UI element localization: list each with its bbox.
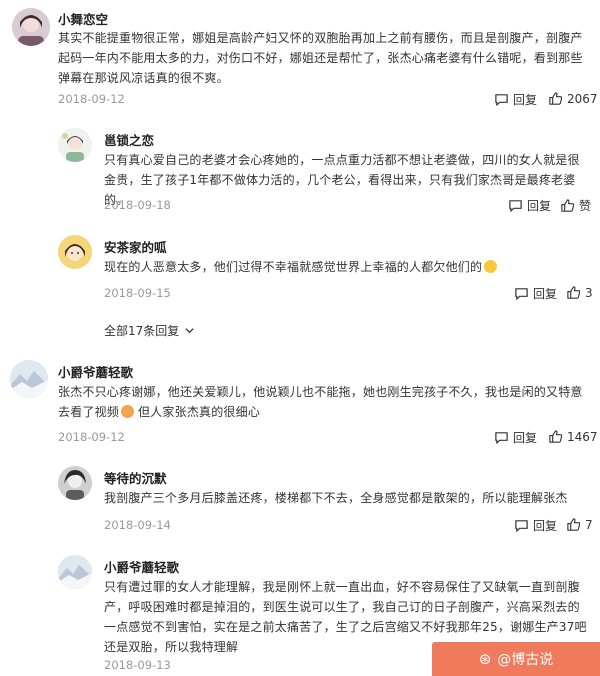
weibo-logo-icon: ⊛	[478, 650, 492, 668]
avatar[interactable]	[12, 8, 50, 46]
comment-date: 2018-09-18	[104, 198, 171, 212]
hand-emoji-icon	[121, 405, 135, 418]
comment-text: 张杰不只心疼谢娜，他还关爱颖儿，他说颖儿也不能拖，她也刚生完孩子不久，我也是闲的…	[58, 382, 588, 422]
reply-label: 回复	[533, 519, 558, 533]
comment-date: 2018-09-13	[104, 658, 171, 672]
reply-label: 回复	[513, 93, 538, 107]
like-count: 赞	[579, 199, 592, 213]
reply-button[interactable]: 回复	[514, 517, 557, 534]
like-count: 1467	[567, 429, 598, 444]
avatar[interactable]	[10, 360, 48, 398]
like-button[interactable]: 赞	[560, 197, 591, 214]
comment-date: 2018-09-12	[58, 430, 125, 444]
comment-text: 我剖腹产三个多月后膝盖还疼，楼梯都下不去，全身感觉都是散架的，所以能理解张杰	[104, 491, 568, 505]
watermark-banner: ⊛ @博古说	[432, 642, 600, 676]
username[interactable]: 小舞恋空	[58, 9, 108, 28]
username[interactable]: 邕锁之恋	[104, 130, 154, 149]
like-count: 2067	[567, 91, 598, 106]
avatar-image	[10, 360, 48, 398]
like-button[interactable]: 1467	[548, 429, 598, 444]
avatar[interactable]	[58, 466, 92, 500]
grimace-emoji-icon	[484, 260, 498, 273]
reply-icon	[495, 432, 508, 444]
reply-label: 回复	[533, 287, 558, 301]
comment-text: 现在的人恶意太多，他们过得不幸福就感觉世界上幸福的人都欠他们的	[104, 257, 590, 277]
avatar[interactable]	[58, 235, 92, 269]
thumbs-up-icon	[549, 92, 563, 105]
reply-button[interactable]: 回复	[494, 91, 537, 108]
avatar-image	[58, 466, 92, 500]
reply-icon	[509, 200, 522, 212]
chevron-down-icon	[185, 328, 194, 334]
reply-button[interactable]: 回复	[514, 285, 557, 302]
thumbs-up-icon	[567, 286, 581, 299]
like-button[interactable]: 2067	[548, 91, 598, 106]
comment-text-body: 张杰不只心疼谢娜，他还关爱颖儿，他说颖儿也不能拖，她也刚生完孩子不久，我也是闲的…	[58, 385, 583, 419]
reply-icon	[515, 288, 528, 300]
avatar[interactable]	[58, 128, 92, 162]
like-button[interactable]: 3	[566, 285, 593, 300]
avatar-image	[58, 555, 92, 589]
comment-text-body: 现在的人恶意太多，他们过得不幸福就感觉世界上幸福的人都欠他们的	[104, 260, 483, 274]
comment-text-tail: 但人家张杰真的很细心	[138, 405, 261, 419]
like-button[interactable]: 7	[566, 517, 593, 532]
reply-button[interactable]: 回复	[508, 197, 551, 214]
thumbs-up-icon	[567, 518, 581, 531]
like-count: 7	[585, 517, 593, 532]
avatar-image	[58, 235, 92, 269]
avatar[interactable]	[58, 555, 92, 589]
username[interactable]: 小爵爷蘑轻歌	[58, 362, 133, 381]
reply-label: 回复	[527, 199, 552, 213]
thumbs-up-icon	[561, 199, 575, 212]
expand-replies-label: 全部17条回复	[104, 324, 180, 338]
username[interactable]: 等待的沉默	[104, 468, 167, 487]
comment-text: 其实不能提重物很正常，娜姐是高龄产妇又怀的双胞胎再加上之前有腰伤，而且是剖腹产，…	[58, 31, 583, 85]
reply-icon	[495, 94, 508, 106]
comment-date: 2018-09-12	[58, 92, 125, 106]
watermark-text: @博古说	[497, 652, 554, 668]
like-count: 3	[585, 285, 593, 300]
thumbs-up-icon	[549, 430, 563, 443]
reply-icon	[515, 520, 528, 532]
avatar-image	[58, 128, 92, 162]
avatar-image	[12, 8, 50, 46]
reply-button[interactable]: 回复	[494, 429, 537, 446]
comment-date: 2018-09-14	[104, 518, 171, 532]
reply-label: 回复	[513, 431, 538, 445]
username[interactable]: 安茶家的呱	[104, 237, 167, 256]
comment-date: 2018-09-15	[104, 286, 171, 300]
expand-replies-button[interactable]: 全部17条回复	[104, 322, 195, 339]
username[interactable]: 小爵爷蘑轻歌	[104, 557, 179, 576]
